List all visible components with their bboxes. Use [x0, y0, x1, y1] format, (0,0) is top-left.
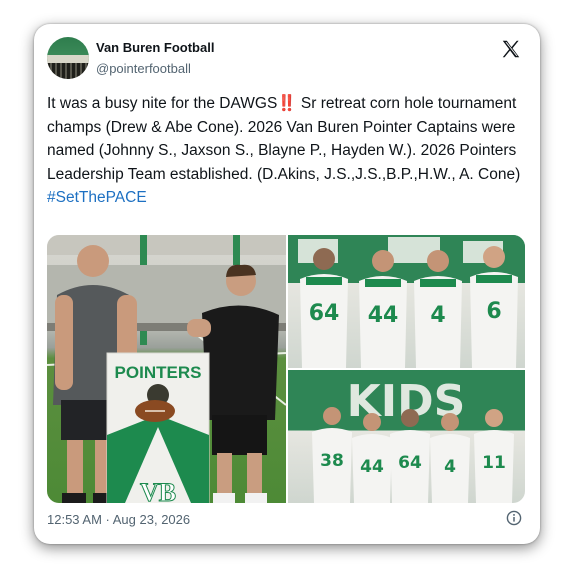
user-handle[interactable]: @pointerfootball: [96, 61, 191, 76]
bottom-jersey-5: 11: [482, 453, 506, 473]
bottom-jersey-1: 38: [320, 451, 344, 471]
x-logo-icon[interactable]: [500, 38, 522, 60]
photo-leadership-team[interactable]: KIDS 38 44 64 4 11: [288, 370, 525, 503]
bottom-jersey-4: 4: [444, 457, 456, 477]
leadership-scene: KIDS 38 44 64 4 11: [288, 370, 525, 503]
board-text: POINTERS: [115, 363, 202, 382]
photo-captains[interactable]: 64 44 4 6: [288, 235, 525, 368]
tweet-text-part1: It was a busy nite for the DAWGS: [47, 95, 278, 112]
tweet-card: Van Buren Football @pointerfootball It w…: [34, 24, 540, 544]
top-jersey-4: 6: [486, 299, 501, 324]
photo-cornhole-champs[interactable]: POINTERS VB: [47, 235, 286, 503]
double-exclamation-emoji: ‼️: [277, 95, 297, 112]
top-jersey-2: 44: [368, 303, 399, 328]
avatar[interactable]: [47, 37, 89, 79]
timestamp[interactable]: 12:53 AM · Aug 23, 2026: [47, 512, 190, 527]
info-icon[interactable]: [506, 510, 522, 526]
cornhole-scene: POINTERS VB: [47, 235, 286, 503]
bottom-jersey-2: 44: [360, 457, 384, 477]
board-logo: VB: [140, 478, 176, 503]
bottom-jersey-3: 64: [398, 453, 422, 473]
top-jersey-3: 4: [430, 303, 445, 328]
captains-scene: 64 44 4 6: [288, 235, 525, 368]
top-jersey-1: 64: [309, 301, 340, 326]
tweet-text: It was a busy nite for the DAWGS‼️ Sr re…: [47, 92, 527, 210]
display-name[interactable]: Van Buren Football: [96, 40, 214, 55]
media-grid: POINTERS VB 64 44 4 6 KIDS 38 44 64 4 11: [47, 235, 525, 503]
hashtag-link[interactable]: #SetThePACE: [47, 189, 147, 206]
